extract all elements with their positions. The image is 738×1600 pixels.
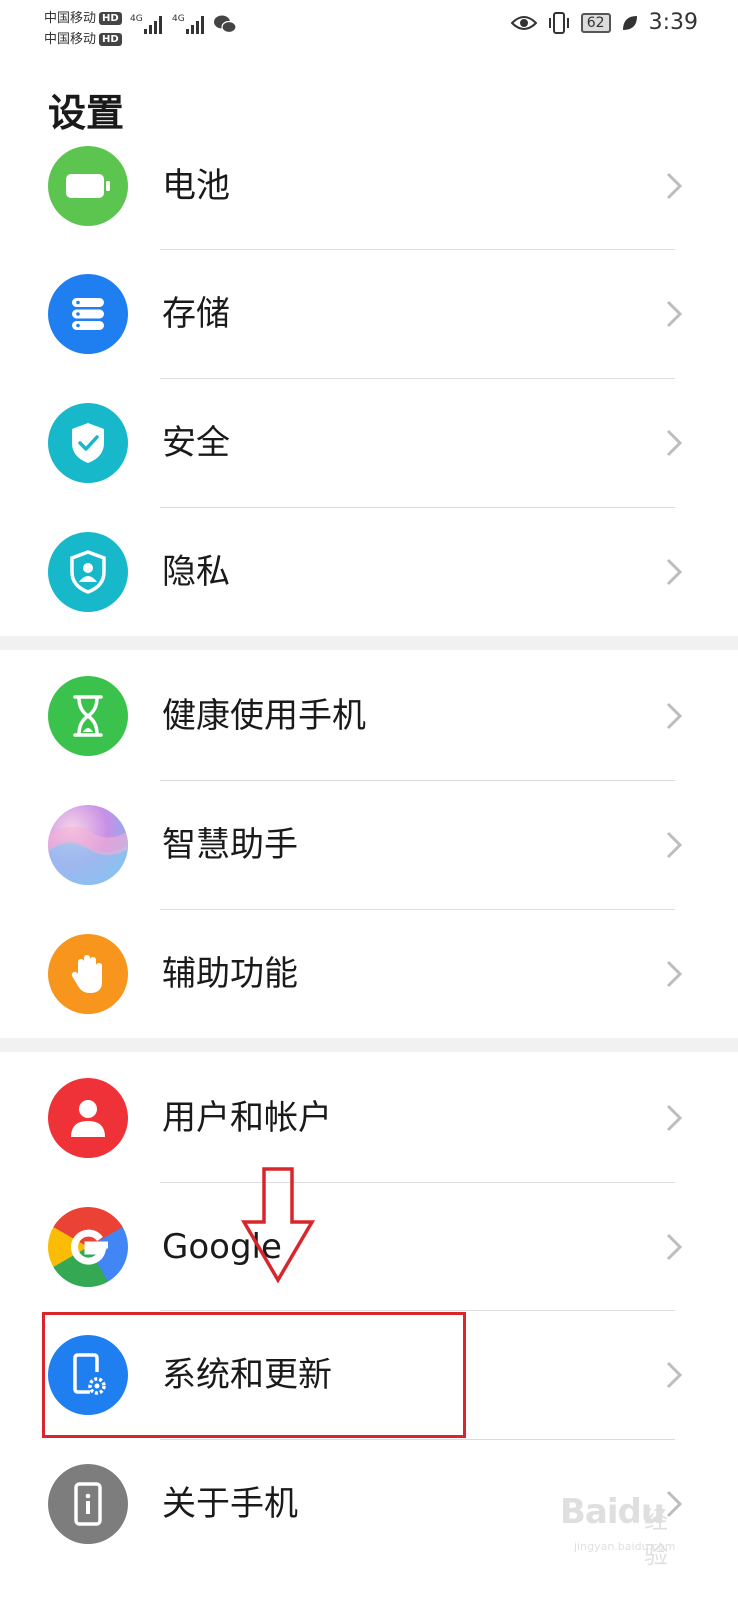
battery-indicator: 62 <box>580 12 611 33</box>
hd-badge: HD <box>99 12 122 25</box>
settings-item-smart-assistant[interactable]: 智慧助手 <box>0 781 738 909</box>
settings-item-users-accounts[interactable]: 用户和帐户 <box>0 1054 738 1182</box>
settings-item-label: 健康使用手机 <box>162 696 366 736</box>
svg-text:4G: 4G <box>130 14 143 24</box>
chevron-right-icon <box>666 1233 683 1261</box>
settings-item-label: 用户和帐户 <box>162 1098 332 1138</box>
carrier-2: 中国移动 HD <box>44 28 122 47</box>
settings-item-label: 智慧助手 <box>162 825 298 865</box>
leaf-icon <box>622 15 637 30</box>
settings-item-accessibility[interactable]: 辅助功能 <box>0 910 738 1038</box>
carrier-1: 中国移动 HD <box>44 7 122 26</box>
section-separator <box>0 636 738 650</box>
settings-item-label: 安全 <box>162 423 230 463</box>
chevron-right-icon <box>666 702 683 730</box>
chevron-right-icon <box>666 960 683 988</box>
hd-badge: HD <box>99 33 122 46</box>
section-separator <box>0 1038 738 1052</box>
smart-assistant-icon <box>48 805 128 885</box>
settings-item-google[interactable]: Google <box>0 1183 738 1311</box>
settings-item-storage[interactable]: 存储 <box>0 250 738 378</box>
chevron-right-icon <box>666 831 683 859</box>
signal-icon: 4G <box>172 14 204 34</box>
battery-icon <box>48 146 128 226</box>
settings-item-label: 辅助功能 <box>162 954 298 994</box>
settings-item-battery[interactable]: 电池 <box>0 122 738 250</box>
wechat-icon <box>214 15 236 34</box>
chevron-right-icon <box>666 558 683 586</box>
annotation-arrow-down-icon <box>240 1167 316 1284</box>
hourglass-icon <box>48 676 128 756</box>
settings-item-security[interactable]: 安全 <box>0 379 738 507</box>
chevron-right-icon <box>666 300 683 328</box>
settings-item-label: 关于手机 <box>162 1484 298 1524</box>
svg-text:4G: 4G <box>172 14 185 24</box>
clock: 3:39 <box>648 10 698 35</box>
settings-item-label: 电池 <box>162 166 230 206</box>
settings-item-digital-balance[interactable]: 健康使用手机 <box>0 652 738 780</box>
chevron-right-icon <box>666 1104 683 1132</box>
chevron-right-icon <box>666 429 683 457</box>
storage-icon <box>48 274 128 354</box>
user-icon <box>48 1078 128 1158</box>
baidu-watermark: Baidu 经验 jingyan.baidu.com <box>560 1492 676 1569</box>
settings-item-label: 存储 <box>162 294 230 334</box>
annotation-highlight-box <box>42 1312 466 1438</box>
vibrate-icon <box>548 11 569 34</box>
chevron-right-icon <box>666 1361 683 1389</box>
privacy-icon <box>48 532 128 612</box>
settings-item-label: 隐私 <box>162 552 230 592</box>
hand-icon <box>48 934 128 1014</box>
chevron-right-icon <box>666 172 683 200</box>
signal-icon: 4G <box>130 14 162 34</box>
security-shield-icon <box>48 403 128 483</box>
status-right: 62 3:39 <box>510 10 698 35</box>
google-icon <box>48 1207 128 1287</box>
about-phone-icon <box>48 1464 128 1544</box>
status-bar: 中国移动 HD 中国移动 HD 4G 4G 62 3:39 <box>0 0 738 56</box>
eye-comfort-icon <box>510 15 537 30</box>
settings-item-privacy[interactable]: 隐私 <box>0 508 738 636</box>
